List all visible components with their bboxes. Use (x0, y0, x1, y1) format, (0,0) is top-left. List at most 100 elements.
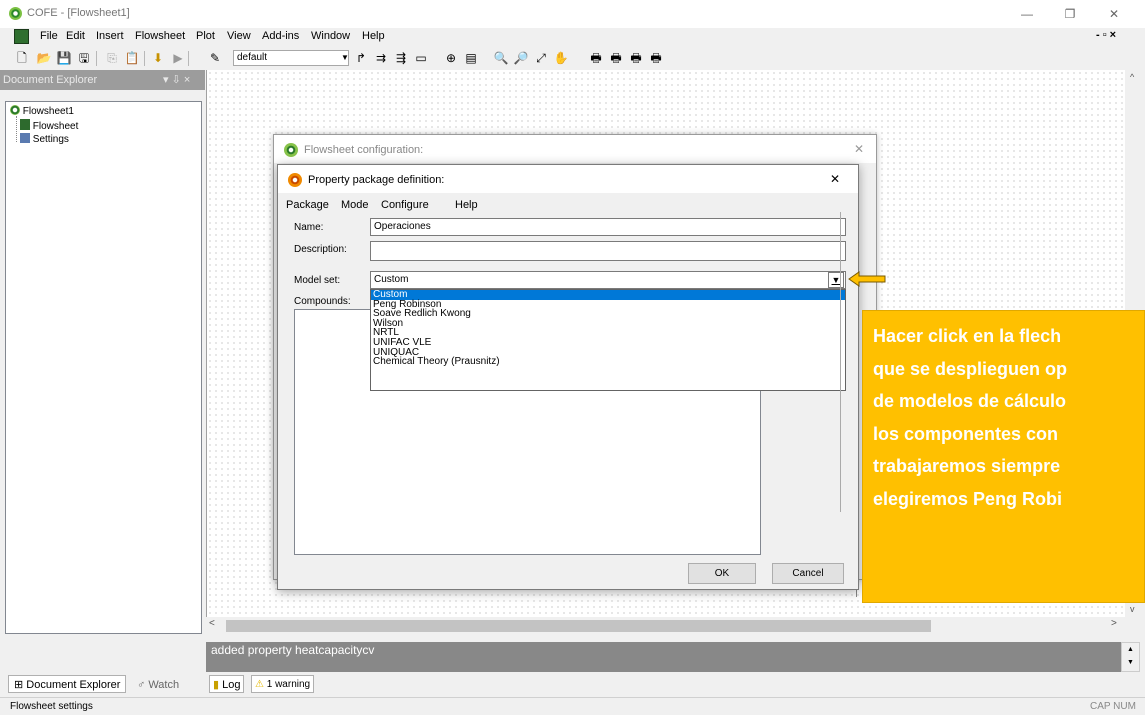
run-icon[interactable]: ▶ (170, 50, 186, 66)
menu-edit[interactable]: Edit (66, 30, 85, 42)
eraser-icon[interactable]: ✎ (207, 50, 223, 66)
menu-insert[interactable]: Insert (96, 30, 124, 42)
callout-line: los componentes con (873, 423, 1059, 444)
warning-icon: ⚠ (255, 679, 267, 690)
property-package-dialog: Property package definition: ✕ Package M… (277, 164, 859, 590)
unit-operation-icon[interactable]: ⊕ (443, 50, 459, 66)
title-bar: COFE - [Flowsheet1] — ❐ ✕ (0, 0, 1145, 28)
name-field[interactable]: Operaciones (370, 218, 846, 236)
print-all-icon[interactable]: 🖶 (648, 50, 664, 66)
copy-icon[interactable]: ⎘ (104, 50, 120, 66)
description-label: Description: (294, 244, 347, 255)
explorer-header: Document Explorer ▾ ⇩ × (0, 70, 205, 90)
log-panel: added property heatcapacitycv (206, 642, 1126, 672)
description-field[interactable] (370, 241, 846, 261)
callout-line: Hacer click en la flech (873, 326, 1062, 346)
scroll-right-icon[interactable]: > (1111, 618, 1117, 629)
tree-node-flowsheet1[interactable]: Flowsheet1 (10, 105, 74, 117)
menu-file[interactable]: File (40, 30, 58, 42)
pane-pin-controls[interactable]: ▾ ⇩ × (163, 70, 190, 90)
print-preview-icon[interactable]: 🖶 (608, 50, 624, 66)
menu-flowsheet[interactable]: Flowsheet (135, 30, 185, 42)
save-all-icon[interactable]: 🖫 (76, 50, 92, 66)
table-icon[interactable]: ▤ (463, 50, 479, 66)
scroll-left-icon[interactable]: < (209, 618, 215, 629)
menu-plot[interactable]: Plot (196, 30, 215, 42)
close-window-button[interactable]: ✕ (1099, 4, 1129, 24)
solve-icon[interactable]: ⬇ (150, 50, 166, 66)
tab-label: Log (222, 679, 241, 691)
tab-log[interactable]: ▮ Log (209, 675, 245, 693)
print-setup-icon[interactable]: 🖶 (628, 50, 644, 66)
menu-help[interactable]: Help (362, 30, 385, 42)
model-set-dropdown-list[interactable]: Custom Peng Robinson Soave Redlich Kwong… (370, 289, 846, 391)
name-label: Name: (294, 222, 324, 233)
scroll-down-icon[interactable]: v (1130, 604, 1135, 614)
new-icon[interactable]: 🗋 (14, 50, 30, 66)
menu-configure[interactable]: Configure (381, 199, 429, 211)
tree-child-label: Flowsheet (32, 121, 79, 132)
tab-warnings[interactable]: ⚠ 1 warning (251, 675, 315, 693)
settings-icon (20, 133, 30, 143)
option-wilson[interactable]: Wilson (371, 318, 845, 329)
tab-watch[interactable]: ♂ Watch (131, 675, 186, 693)
tab-document-explorer[interactable]: ⊞ Document Explorer (8, 675, 127, 693)
energy-stream-icon[interactable]: ⇉ (373, 50, 389, 66)
cancel-button[interactable]: Cancel (772, 563, 844, 584)
scroll-up-icon[interactable]: ^ (1130, 72, 1134, 82)
menu-view[interactable]: View (227, 30, 251, 42)
menu-mode[interactable]: Mode (341, 199, 369, 211)
menu-package[interactable]: Package (286, 199, 329, 211)
open-icon[interactable]: 📂 (36, 50, 52, 66)
print-icon[interactable]: 🖶 (588, 50, 604, 66)
option-unifac-vle[interactable]: UNIFAC VLE (371, 338, 845, 348)
info-stream-icon[interactable]: ⇶ (393, 50, 409, 66)
pointer-arrow (848, 271, 886, 287)
tree-node-settings[interactable]: Settings (20, 133, 69, 145)
cofe-logo-icon (284, 143, 298, 157)
tab-label: Watch (148, 679, 180, 691)
model-set-label: Model set: (294, 275, 341, 286)
save-icon[interactable]: 💾 (56, 50, 72, 66)
log-icon: ▮ (213, 679, 223, 691)
zoom-fit-icon[interactable]: ⤢ (533, 50, 549, 66)
toolbar-separator (144, 51, 145, 66)
pan-hand-icon[interactable]: ✋ (553, 50, 569, 66)
menu-addins[interactable]: Add-ins (262, 30, 299, 42)
model-set-combo[interactable]: Custom (370, 271, 846, 289)
stream-icon[interactable]: ↱ (353, 50, 369, 66)
solver-combo[interactable]: default (233, 50, 349, 66)
mdi-controls[interactable]: - ▫ × (1096, 29, 1116, 41)
menu-bar: File Edit Insert Flowsheet Plot View Add… (0, 28, 1145, 46)
option-chemical-theory[interactable]: Chemical Theory (Prausnitz) (371, 357, 845, 367)
option-nrtl[interactable]: NRTL (371, 328, 845, 338)
minimize-button[interactable]: — (1012, 4, 1042, 24)
dialog-titlebar: Flowsheet configuration: ✕ (274, 135, 876, 163)
instruction-callout: Hacer click en la flech que se despliegu… (862, 310, 1145, 603)
zoom-out-icon[interactable]: 🔎 (513, 50, 529, 66)
option-custom[interactable]: Custom (371, 290, 845, 300)
horizontal-scroll-thumb[interactable] (226, 620, 931, 632)
document-explorer-tree: Flowsheet1 Flowsheet Settings (5, 101, 202, 634)
menu-help[interactable]: Help (455, 199, 478, 211)
restore-button[interactable]: ❐ (1055, 4, 1085, 24)
ok-button[interactable]: OK (688, 563, 756, 584)
close-icon[interactable]: ✕ (830, 172, 840, 186)
menu-window[interactable]: Window (311, 30, 350, 42)
compounds-label: Compounds: (294, 296, 351, 307)
keyboard-status: CAP NUM (1090, 701, 1136, 712)
paste-icon[interactable]: 📋 (124, 50, 140, 66)
tab-label: Document Explorer (26, 679, 121, 691)
callout-line: trabajaremos siempre (873, 456, 1061, 476)
flowsheet-doc-icon (20, 119, 30, 130)
dialog-titlebar: Property package definition: ✕ (278, 165, 858, 193)
tree-node-flowsheet[interactable]: Flowsheet (20, 119, 78, 132)
text-box-icon[interactable]: ▭ (413, 50, 429, 66)
zoom-in-icon[interactable]: 🔍 (493, 50, 509, 66)
explorer-tab-icon: ⊞ (14, 679, 27, 691)
close-icon[interactable]: ✕ (854, 142, 864, 156)
option-srk[interactable]: Soave Redlich Kwong (371, 309, 845, 319)
combo-arrow-icon[interactable]: ▼ (337, 50, 353, 66)
dialog-title: Property package definition: (308, 174, 445, 186)
log-scrollbar[interactable]: ▲ ▼ (1121, 642, 1140, 672)
